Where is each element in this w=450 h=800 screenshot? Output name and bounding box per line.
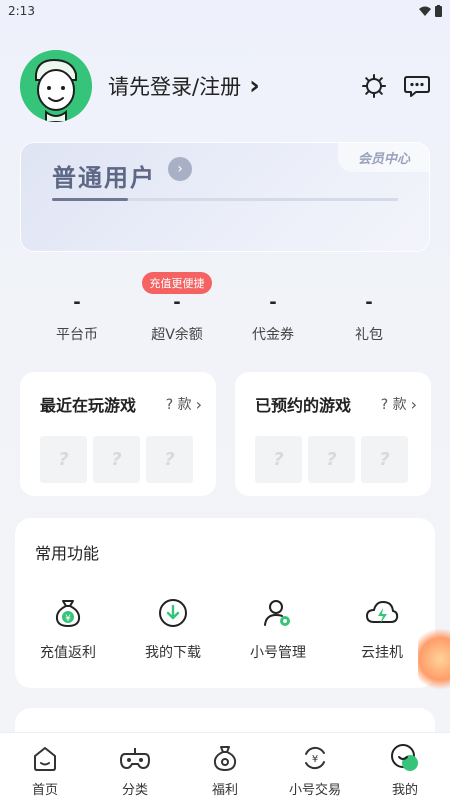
function-account-manage[interactable]: 小号管理 <box>233 596 323 662</box>
tab-welfare[interactable]: 福利 <box>180 733 270 800</box>
profile-icon <box>391 744 418 771</box>
tab-mine[interactable]: 我的 <box>360 733 450 800</box>
tab-category[interactable]: 分类 <box>90 733 180 800</box>
game-placeholder-tile[interactable]: ? <box>146 436 193 483</box>
stat-value: - <box>73 292 81 313</box>
chevron-right-icon: › <box>195 394 202 414</box>
recent-games-tiles: ? ? ? <box>40 436 202 483</box>
avatar-face-icon <box>20 50 92 122</box>
game-placeholder-tile[interactable]: ? <box>361 436 408 483</box>
home-icon <box>34 747 56 771</box>
stat-super-v-balance[interactable]: - 超V余额 <box>132 272 222 344</box>
svg-text:¥: ¥ <box>65 614 71 624</box>
common-functions-title: 常用功能 <box>35 544 100 563</box>
game-placeholder-tile[interactable]: ? <box>255 436 302 483</box>
recent-games-count-link[interactable]: ? 款 › <box>166 394 202 414</box>
stat-platform-coin[interactable]: - 平台币 <box>32 272 122 344</box>
status-icons <box>419 5 442 17</box>
status-time: 2:13 <box>8 4 35 18</box>
function-cloud-hosting[interactable]: 云挂机 <box>337 596 427 662</box>
gift-bag-icon <box>213 746 237 771</box>
svg-text:¥: ¥ <box>312 754 318 765</box>
stat-label: 代金券 <box>252 327 294 343</box>
reserved-games-tiles: ? ? ? <box>255 436 417 483</box>
download-icon <box>159 599 187 627</box>
member-card[interactable]: 普通用户 › 会员中心 <box>20 142 430 252</box>
account-manage-icon <box>264 600 290 626</box>
function-my-downloads[interactable]: 我的下载 <box>128 596 218 662</box>
function-label: 小号管理 <box>250 645 306 661</box>
stat-label: 礼包 <box>355 327 383 343</box>
reserved-games-count-link[interactable]: ? 款 › <box>381 394 417 414</box>
floating-promo-widget[interactable] <box>418 628 450 690</box>
gamepad-icon <box>120 748 150 769</box>
money-bag-icon: ¥ <box>55 600 81 627</box>
stat-value: - <box>173 292 181 313</box>
member-progress-bar <box>52 198 398 201</box>
recent-games-count: ? 款 <box>165 397 192 413</box>
login-link[interactable]: 请先登录/注册 › <box>108 71 260 101</box>
reserved-games-title: 已预约的游戏 <box>255 396 352 415</box>
stat-label: 平台币 <box>56 327 98 343</box>
stat-voucher[interactable]: - 代金券 <box>228 272 318 344</box>
recent-games-title: 最近在玩游戏 <box>40 396 137 415</box>
message-icon[interactable] <box>404 74 430 98</box>
chevron-right-icon: › <box>249 71 260 101</box>
header-actions <box>362 74 430 98</box>
profile-header: 请先登录/注册 › <box>20 48 430 124</box>
stat-value: - <box>365 292 373 313</box>
status-bar: 2:13 <box>0 0 450 22</box>
wifi-icon <box>419 6 431 16</box>
member-level: 普通用户 <box>52 164 156 192</box>
game-placeholder-tile[interactable]: ? <box>93 436 140 483</box>
common-functions-card: 常用功能 ¥ 充值返利 我的下载 小号管理 云挂机 <box>15 518 435 688</box>
stat-gift-pack[interactable]: - 礼包 <box>324 272 414 344</box>
tab-label: 福利 <box>211 783 238 798</box>
tab-home[interactable]: 首页 <box>0 733 90 800</box>
bottom-tab-bar: 首页 分类 福利 ¥ 小号交易 我的 <box>0 732 450 800</box>
battery-icon <box>435 5 442 17</box>
avatar[interactable] <box>20 50 92 122</box>
reserved-games-card[interactable]: 已预约的游戏 ? 款 › ? ? ? <box>235 372 431 496</box>
tab-label: 分类 <box>121 783 148 798</box>
tab-label: 小号交易 <box>288 783 341 798</box>
stat-label: 超V余额 <box>151 327 203 343</box>
reserved-games-count: ? 款 <box>380 397 407 413</box>
login-label: 请先登录/注册 <box>108 75 242 99</box>
stat-value: - <box>269 292 277 313</box>
member-center-link[interactable]: 会员中心 <box>338 142 430 172</box>
settings-icon[interactable] <box>362 74 386 98</box>
game-placeholder-tile[interactable]: ? <box>40 436 87 483</box>
exchange-icon: ¥ <box>305 746 325 770</box>
function-recharge-rebate[interactable]: ¥ 充值返利 <box>23 596 113 662</box>
game-placeholder-tile[interactable]: ? <box>308 436 355 483</box>
tab-label: 我的 <box>391 783 418 798</box>
function-label: 云挂机 <box>361 645 403 661</box>
chevron-right-icon: › <box>410 394 417 414</box>
function-label: 充值返利 <box>40 645 96 661</box>
function-label: 我的下载 <box>145 645 201 661</box>
tab-account-trade[interactable]: ¥ 小号交易 <box>270 733 360 800</box>
asset-stats: 充值更便捷 - 平台币 - 超V余额 - 代金券 - 礼包 <box>32 272 422 352</box>
member-arrow-icon: › <box>168 157 192 181</box>
member-progress-fill <box>52 198 129 201</box>
cloud-icon <box>366 601 399 624</box>
recent-games-card[interactable]: 最近在玩游戏 ? 款 › ? ? ? <box>20 372 216 496</box>
tab-label: 首页 <box>31 783 58 798</box>
